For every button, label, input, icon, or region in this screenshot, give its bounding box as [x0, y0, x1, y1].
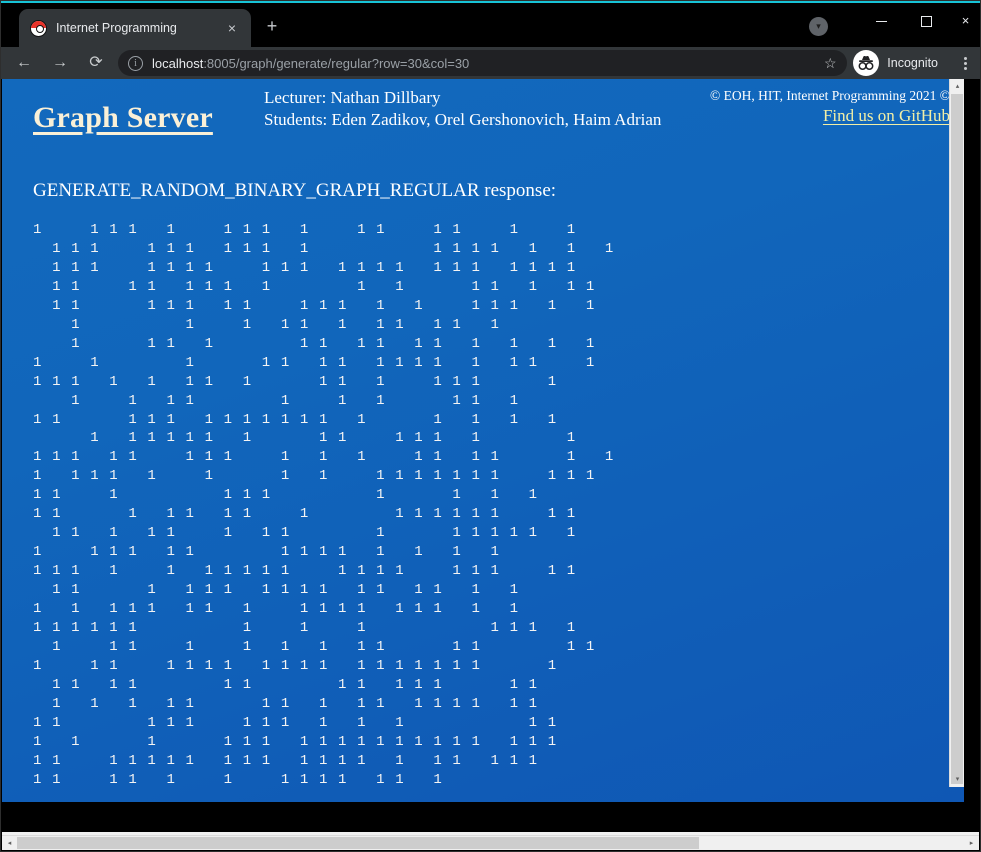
site-info-icon[interactable]: i	[128, 55, 143, 71]
scroll-right-icon[interactable]: ▸	[964, 836, 979, 851]
address-bar[interactable]: i localhost:8005/graph/generate/regular?…	[118, 50, 848, 76]
page-header: Graph Server Lecturer: Nathan Dillbary S…	[2, 79, 964, 139]
maximize-icon	[921, 16, 932, 28]
browser-window: Internet Programming × + ▾ × ← → ⟳ i loc…	[0, 0, 981, 852]
vertical-scroll-thumb[interactable]	[951, 94, 963, 784]
incognito-indicator[interactable]: Incognito	[853, 50, 950, 76]
window-maximize-button[interactable]	[904, 5, 949, 37]
binary-matrix-output: 1 1 1 1 1 1 1 1 1 1 1 1 1 1 1 1 1 1 1 1 …	[33, 222, 615, 788]
back-button[interactable]: ←	[10, 49, 38, 77]
forward-button[interactable]: →	[46, 49, 74, 77]
url-text: localhost:8005/graph/generate/regular?ro…	[152, 56, 817, 71]
horizontal-scroll-thumb[interactable]	[17, 837, 699, 849]
url-path: :8005/graph/generate/regular?row=30&col=…	[203, 55, 470, 71]
incognito-label: Incognito	[887, 56, 938, 70]
browser-menu-button[interactable]	[950, 55, 980, 72]
tab-title: Internet Programming	[56, 21, 177, 35]
copyright-text: © EOH, HIT, Internet Programming 2021 ©	[710, 88, 950, 103]
response-title: GENERATE_RANDOM_BINARY_GRAPH_REGULAR res…	[33, 180, 557, 201]
window-frame: Internet Programming × + ▾ × ← → ⟳ i loc…	[0, 0, 981, 852]
bookmark-star-icon[interactable]: ☆	[817, 55, 843, 72]
url-host: localhost	[152, 55, 204, 71]
page-viewport: Graph Server Lecturer: Nathan Dillbary S…	[2, 79, 979, 817]
tab-strip: Internet Programming × + ▾ ×	[1, 3, 980, 47]
pokeball-icon	[30, 19, 47, 37]
github-link[interactable]: Find us on GitHub	[823, 106, 950, 126]
browser-tab[interactable]: Internet Programming ×	[19, 9, 251, 47]
browser-toolbar: ← → ⟳ i localhost:8005/graph/generate/re…	[1, 47, 980, 79]
minimize-icon	[876, 21, 887, 23]
web-page: Graph Server Lecturer: Nathan Dillbary S…	[2, 79, 964, 802]
window-minimize-button[interactable]	[859, 5, 904, 37]
scroll-left-icon[interactable]: ◂	[2, 836, 17, 851]
new-tab-button[interactable]: +	[259, 14, 285, 40]
close-tab-icon[interactable]: ×	[221, 17, 243, 39]
lecturer-line: Lecturer: Nathan Dillbary	[264, 88, 441, 107]
scroll-down-icon[interactable]: ▾	[950, 772, 964, 787]
scroll-up-icon[interactable]: ▴	[950, 79, 964, 94]
window-close-button[interactable]: ×	[949, 5, 981, 37]
reload-button[interactable]: ⟳	[82, 49, 110, 77]
page-vertical-scrollbar[interactable]: ▴ ▾	[949, 79, 964, 787]
course-credits: Lecturer: Nathan Dillbary Students: Eden…	[264, 87, 661, 131]
tab-search-icon[interactable]: ▾	[809, 17, 828, 36]
page-horizontal-scrollbar[interactable]: ◂ ▸	[2, 835, 979, 850]
incognito-icon	[853, 50, 880, 76]
students-line: Students: Eden Zadikov, Orel Gershonovic…	[264, 110, 662, 129]
site-title-link[interactable]: Graph Server	[33, 101, 213, 135]
